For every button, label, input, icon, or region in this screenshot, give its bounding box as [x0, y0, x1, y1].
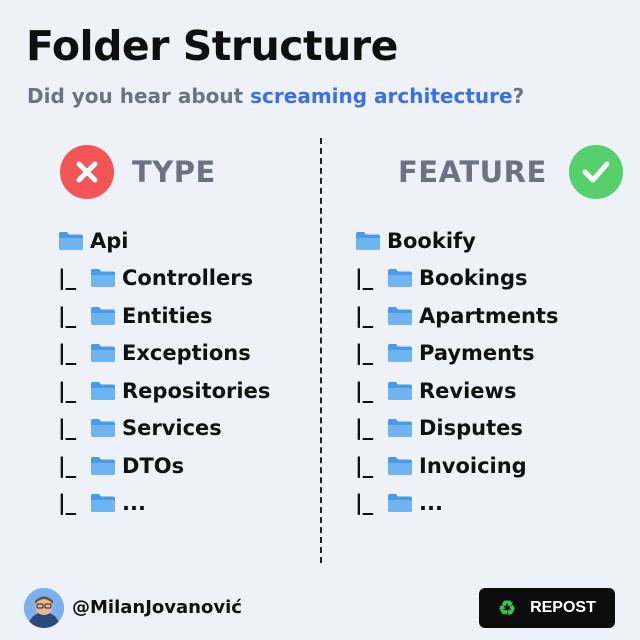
feature-folder-tree: Bookify |_ Bookings |_ Apartments |_ Payments… [355, 222, 558, 522]
tree-branch: |_ [58, 378, 77, 403]
folder-label: Controllers [122, 266, 254, 291]
feature-heading: FEATURE [398, 155, 547, 189]
folder-label: Api [90, 228, 129, 253]
folder-label: Bookify [387, 228, 476, 253]
tree-branch: |_ [58, 491, 77, 516]
subfolder-item: |_ Entities [58, 297, 270, 335]
folder-icon [387, 306, 413, 326]
type-folder-tree: Api |_ Controllers |_ Entities |_ Exceptions |… [58, 222, 270, 522]
page-subtitle: Did you hear about screaming architectur… [27, 84, 524, 108]
root-folder: Api [58, 222, 270, 260]
repost-button[interactable]: ♻ REPOST [479, 588, 615, 628]
subfolder-item: |_ Apartments [355, 297, 558, 335]
folder-label: Apartments [419, 303, 559, 328]
subfolder-item: |_ Payments [355, 335, 558, 373]
feature-column-header: FEATURE [398, 145, 623, 199]
folder-icon [387, 268, 413, 288]
folder-label: Payments [419, 341, 535, 366]
subfolder-item: |_ Reviews [355, 372, 558, 410]
subfolder-item: |_ Exceptions [58, 335, 270, 373]
subfolder-item: |_ Repositories [58, 372, 270, 410]
subfolder-item: |_ Services [58, 410, 270, 448]
subfolder-item: |_ Disputes [355, 410, 558, 448]
page-title: Folder Structure [26, 22, 398, 70]
folder-icon [90, 493, 116, 513]
folder-label: Repositories [122, 378, 271, 403]
tree-branch: |_ [355, 341, 374, 366]
folder-label: Exceptions [122, 341, 251, 366]
folder-label: Services [122, 416, 222, 441]
folder-icon [90, 418, 116, 438]
subtitle-highlight: screaming architecture [250, 84, 513, 108]
folder-icon [90, 306, 116, 326]
subfolder-item: |_ DTOs [58, 447, 270, 485]
folder-icon [387, 493, 413, 513]
tree-branch: |_ [355, 378, 374, 403]
folder-label: ... [122, 491, 146, 516]
folder-label: Disputes [419, 416, 523, 441]
tree-branch: |_ [58, 416, 77, 441]
folder-icon [387, 381, 413, 401]
folder-icon [355, 231, 381, 251]
folder-icon [90, 381, 116, 401]
subtitle-suffix: ? [512, 84, 525, 108]
folder-icon [90, 343, 116, 363]
folder-icon [387, 456, 413, 476]
tree-branch: |_ [58, 266, 77, 291]
avatar [24, 588, 64, 628]
tree-branch: |_ [355, 491, 374, 516]
tree-branch: |_ [58, 453, 77, 478]
folder-icon [58, 231, 84, 251]
folder-label: Invoicing [419, 453, 527, 478]
folder-icon [90, 268, 116, 288]
tree-branch: |_ [355, 303, 374, 328]
subtitle-prefix: Did you hear about [27, 84, 251, 108]
x-mark-icon [60, 145, 114, 199]
subfolder-item: |_... [355, 485, 558, 523]
folder-icon [90, 456, 116, 476]
tree-branch: |_ [58, 341, 77, 366]
folder-label: ... [419, 491, 443, 516]
subfolder-item: |_ Invoicing [355, 447, 558, 485]
author-handle[interactable]: @MilanJovanović [72, 597, 242, 618]
folder-icon [387, 418, 413, 438]
type-heading: TYPE [132, 155, 216, 189]
repost-label: REPOST [530, 599, 596, 616]
subfolder-item: |_... [58, 485, 270, 523]
column-divider [320, 138, 322, 563]
check-mark-icon [568, 145, 623, 199]
subfolder-item: |_ Controllers [58, 260, 270, 298]
recycle-icon: ♻ [498, 597, 517, 620]
tree-branch: |_ [355, 416, 374, 441]
folder-icon [387, 343, 413, 363]
folder-label: DTOs [122, 453, 185, 478]
tree-branch: |_ [355, 453, 374, 478]
folder-label: Reviews [419, 378, 517, 403]
tree-branch: |_ [355, 266, 374, 291]
type-column-header: TYPE [60, 145, 216, 199]
subfolder-item: |_ Bookings [355, 260, 558, 298]
folder-label: Bookings [419, 266, 528, 291]
folder-label: Entities [122, 303, 213, 328]
tree-branch: |_ [58, 303, 77, 328]
root-folder: Bookify [355, 222, 558, 260]
